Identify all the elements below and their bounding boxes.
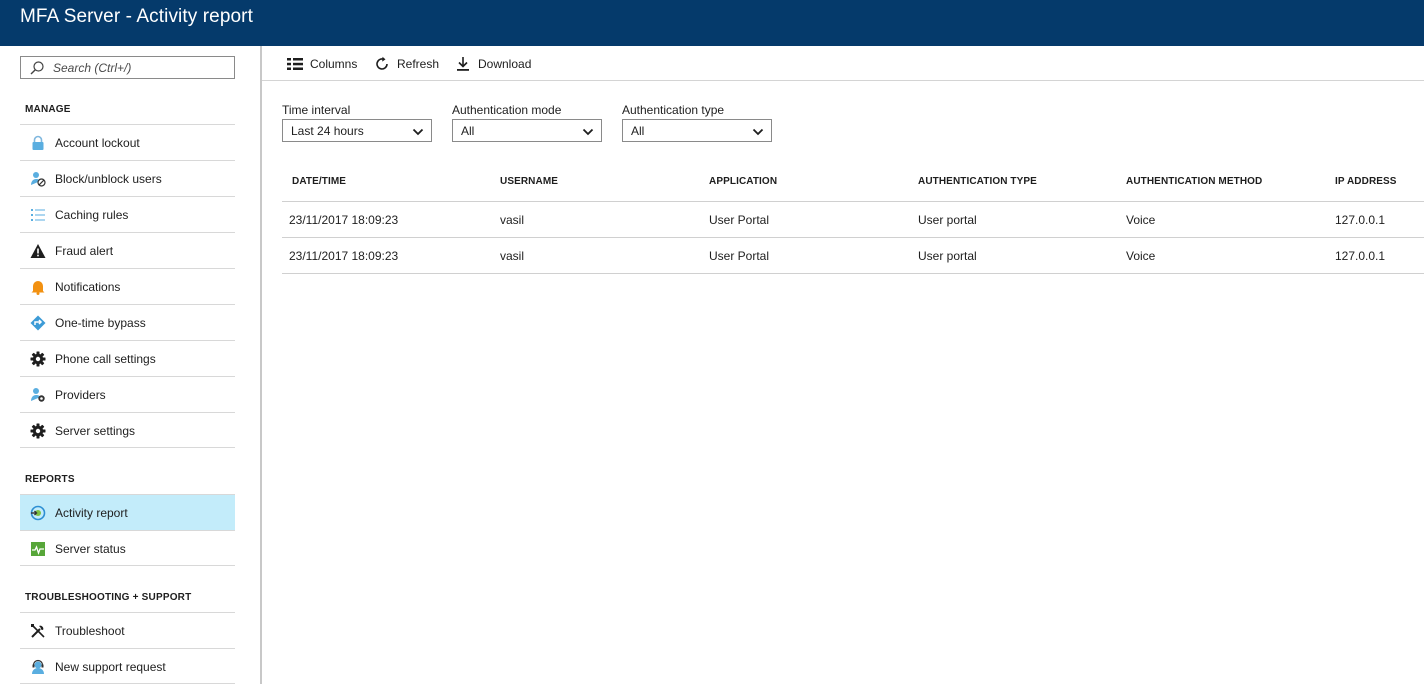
chevron-down-icon [412,125,424,137]
auth-type-label: Authentication type [622,103,725,117]
sidebar-item-server-status[interactable]: Server status [20,530,235,566]
gear-icon [29,422,46,439]
cell-auth-method: Voice [1126,213,1156,227]
refresh-icon [373,55,391,73]
section-manage: MANAGE [25,104,71,115]
time-interval-value: Last 24 hours [291,124,364,138]
sidebar-item-label: Caching rules [55,208,129,222]
sidebar-item-label: Notifications [55,280,121,294]
sidebar-item-one-time-bypass[interactable]: One-time bypass [20,304,235,340]
sidebar-item-notifications[interactable]: Notifications [20,268,235,304]
sidebar-item-providers[interactable]: Providers [20,376,235,412]
lock-icon [29,134,46,151]
search-input[interactable] [53,59,231,76]
sidebar-item-new-support-request[interactable]: New support request [20,648,235,684]
page-title: MFA Server - Activity report [20,6,253,27]
sidebar-item-caching-rules[interactable]: Caching rules [20,196,235,232]
search-box[interactable] [20,56,235,79]
cell-datetime: 23/11/2017 18:09:23 [289,213,399,227]
cell-ip-address: 127.0.0.1 [1335,213,1386,227]
cell-auth-method: Voice [1126,249,1156,263]
column-header-datetime[interactable]: DATE/TIME [292,176,346,187]
auth-mode-select[interactable]: All [452,119,602,142]
tools-icon [29,622,46,639]
auth-mode-label: Authentication mode [452,103,562,117]
columns-icon [286,55,304,73]
sidebar-item-fraud-alert[interactable]: Fraud alert [20,232,235,268]
auth-type-select[interactable]: All [622,119,772,142]
chevron-down-icon [752,125,764,137]
sidebar-item-server-settings[interactable]: Server settings [20,412,235,448]
title-bar: MFA Server - Activity report [0,0,1424,46]
time-interval-filter: Time interval Last 24 hours [282,103,432,142]
cell-ip-address: 127.0.0.1 [1335,249,1386,263]
cell-username: vasil [500,213,525,227]
sidebar-item-label: One-time bypass [55,316,146,330]
sidebar-item-label: Server status [55,542,126,556]
bell-icon [29,278,46,295]
cell-application: User Portal [709,213,770,227]
user-gear-icon [29,386,46,403]
sidebar-item-label: Activity report [55,506,128,520]
cell-application: User Portal [709,249,770,263]
auth-type-filter: Authentication type All [622,103,772,142]
columns-button[interactable]: Columns [286,55,357,73]
time-interval-select[interactable]: Last 24 hours [282,119,432,142]
command-bar: Columns Refresh Download [262,46,1424,81]
chevron-down-icon [582,125,594,137]
refresh-button[interactable]: Refresh [373,55,439,73]
sidebar-item-label: Server settings [55,424,136,438]
sidebar-item-phone-call-settings[interactable]: Phone call settings [20,340,235,376]
section-troubleshooting: TROUBLESHOOTING + SUPPORT [25,592,192,603]
activity-table: DATE/TIME USERNAME APPLICATION AUTHENTIC… [282,164,1424,274]
table-row[interactable]: 23/11/2017 18:09:23 vasil User Portal Us… [282,238,1424,274]
columns-label: Columns [310,57,358,71]
gear-icon [29,350,46,367]
sidebar-item-label: Account lockout [55,136,140,150]
column-header-auth-type[interactable]: AUTHENTICATION TYPE [918,176,1037,187]
support-icon [29,658,46,675]
sidebar-item-activity-report[interactable]: Activity report [20,494,235,530]
status-icon [29,540,46,557]
sidebar-item-label: Fraud alert [55,244,114,258]
warning-icon [29,242,46,259]
download-icon [454,55,472,73]
user-block-icon [29,170,46,187]
sidebar-item-label: New support request [55,660,166,674]
auth-mode-value: All [461,124,475,138]
cell-auth-type: User portal [918,213,977,227]
sidebar-divider[interactable] [260,46,262,684]
sidebar-item-label: Providers [55,388,106,402]
sidebar-item-block-unblock-users[interactable]: Block/unblock users [20,160,235,196]
refresh-label: Refresh [397,57,440,71]
column-header-username[interactable]: USERNAME [500,176,558,187]
cell-auth-type: User portal [918,249,977,263]
search-icon [29,60,45,76]
column-header-application[interactable]: APPLICATION [709,176,777,187]
bypass-icon [29,314,46,331]
sidebar-item-label: Troubleshoot [55,624,125,638]
sidebar-item-label: Phone call settings [55,352,156,366]
section-reports: REPORTS [25,474,75,485]
list-icon [29,206,46,223]
time-interval-label: Time interval [282,103,351,117]
auth-mode-filter: Authentication mode All [452,103,602,142]
auth-type-value: All [631,124,645,138]
cell-datetime: 23/11/2017 18:09:23 [289,249,399,263]
sidebar-item-label: Block/unblock users [55,172,162,186]
sidebar-item-account-lockout[interactable]: Account lockout [20,124,235,160]
column-header-ip-address[interactable]: IP ADDRESS [1335,176,1397,187]
sidebar-item-troubleshoot[interactable]: Troubleshoot [20,612,235,648]
activity-icon [29,504,46,521]
column-header-auth-method[interactable]: AUTHENTICATION METHOD [1126,176,1262,187]
table-header: DATE/TIME USERNAME APPLICATION AUTHENTIC… [282,164,1424,202]
download-button[interactable]: Download [454,55,531,73]
table-row[interactable]: 23/11/2017 18:09:23 vasil User Portal Us… [282,202,1424,238]
cell-username: vasil [500,249,525,263]
download-label: Download [478,57,532,71]
